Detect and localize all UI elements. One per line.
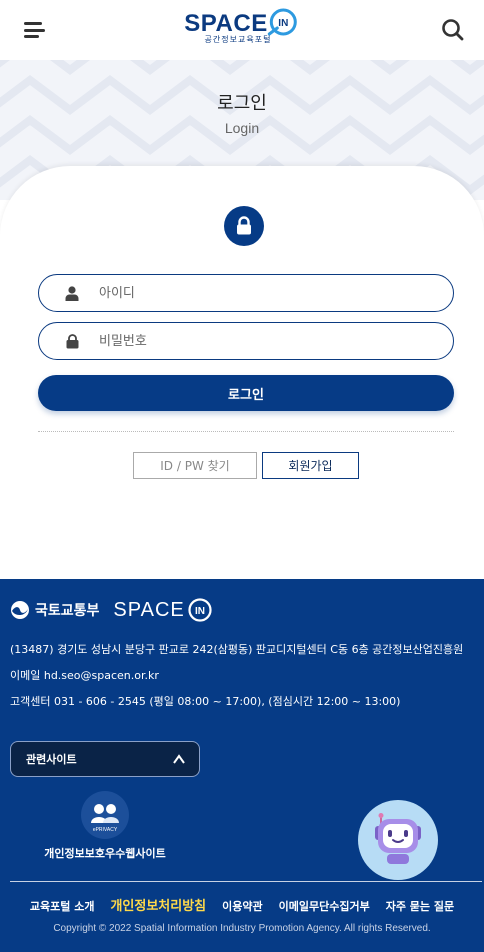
footer-in-icon: IN [188, 598, 212, 622]
login-button[interactable]: 로그인 [38, 375, 454, 411]
ministry-name: 국토교통부 [35, 603, 100, 619]
footer-link-about[interactable]: 교육포털 소개 [22, 898, 103, 914]
sign-up-button[interactable]: 회원가입 [262, 452, 359, 479]
chevron-up-icon [173, 754, 185, 764]
login-card: 로그인 ID / PW 찾기 회원가입 [0, 166, 484, 580]
ministry-logo: 국토교통부 [10, 600, 99, 620]
footer-link-terms[interactable]: 이용약관 [214, 898, 270, 914]
related-sites-label: 관련사이트 [26, 753, 77, 766]
site-logo[interactable]: SPACE IN 공간정보교육포털 [184, 8, 299, 45]
svg-text:IN: IN [279, 18, 289, 29]
copyright: Copyright © 2022 Spatial Information Ind… [53, 923, 431, 934]
search-icon[interactable] [440, 17, 466, 43]
footer-space-text: SPACE [113, 598, 185, 621]
privacy-site-label: 개인정보보호우수웹사이트 [44, 847, 166, 860]
robot-icon [375, 813, 421, 864]
footer-tel: 고객센터 031 - 606 - 2545 (평일 08:00 ~ 17:00)… [10, 695, 401, 708]
footer-links: 교육포털 소개 개인정보처리방침 이용약관 이메일무단수집거부 자주 묻는 질문 [0, 895, 484, 914]
svg-text:IN: IN [195, 606, 205, 617]
lock-icon [224, 206, 264, 246]
footer-logos: 국토교통부 SPACE IN [10, 597, 213, 623]
lock-small-icon [65, 333, 79, 349]
page-title: 로그인 [217, 93, 267, 114]
password-input[interactable] [99, 333, 399, 349]
footer-link-privacy-policy[interactable]: 개인정보처리방침 [102, 895, 214, 914]
logo-subtitle: 공간정보교육포털 [204, 35, 272, 44]
site-footer: 국토교통부 SPACE IN (13487) 경기도 성남시 분당구 판교로 2… [0, 579, 484, 952]
hamburger-icon[interactable] [24, 20, 48, 40]
footer-space-logo: SPACE IN [113, 597, 212, 623]
footer-divider [10, 881, 482, 882]
footer-email: 이메일 hd.seo@spacen.or.kr [10, 669, 159, 682]
footer-link-faq[interactable]: 자주 묻는 질문 [378, 898, 462, 914]
chatbot-button[interactable] [358, 800, 438, 880]
find-id-pw-button[interactable]: ID / PW 찾기 [133, 452, 257, 479]
ministry-emblem-icon [11, 601, 29, 619]
id-input[interactable] [99, 285, 399, 301]
eprivacy-badge-icon: ePRIVACY [81, 791, 129, 839]
page-subtitle: Login [224, 120, 260, 136]
user-id-field[interactable] [38, 274, 454, 312]
password-field[interactable] [38, 322, 454, 360]
user-icon [65, 285, 79, 301]
top-header: SPACE IN 공간정보교육포털 [0, 0, 484, 60]
footer-link-email-refusal[interactable]: 이메일무단수집거부 [271, 898, 378, 914]
svg-text:ePRIVACY: ePRIVACY [93, 827, 118, 833]
footer-address: (13487) 경기도 성남시 분당구 판교로 242(삼평동) 판교디지털센터… [10, 643, 464, 656]
privacy-site-link[interactable]: ePRIVACY 개인정보보호우수웹사이트 [40, 791, 170, 861]
related-sites-dropdown[interactable]: 관련사이트 [10, 741, 200, 777]
divider [38, 431, 454, 432]
